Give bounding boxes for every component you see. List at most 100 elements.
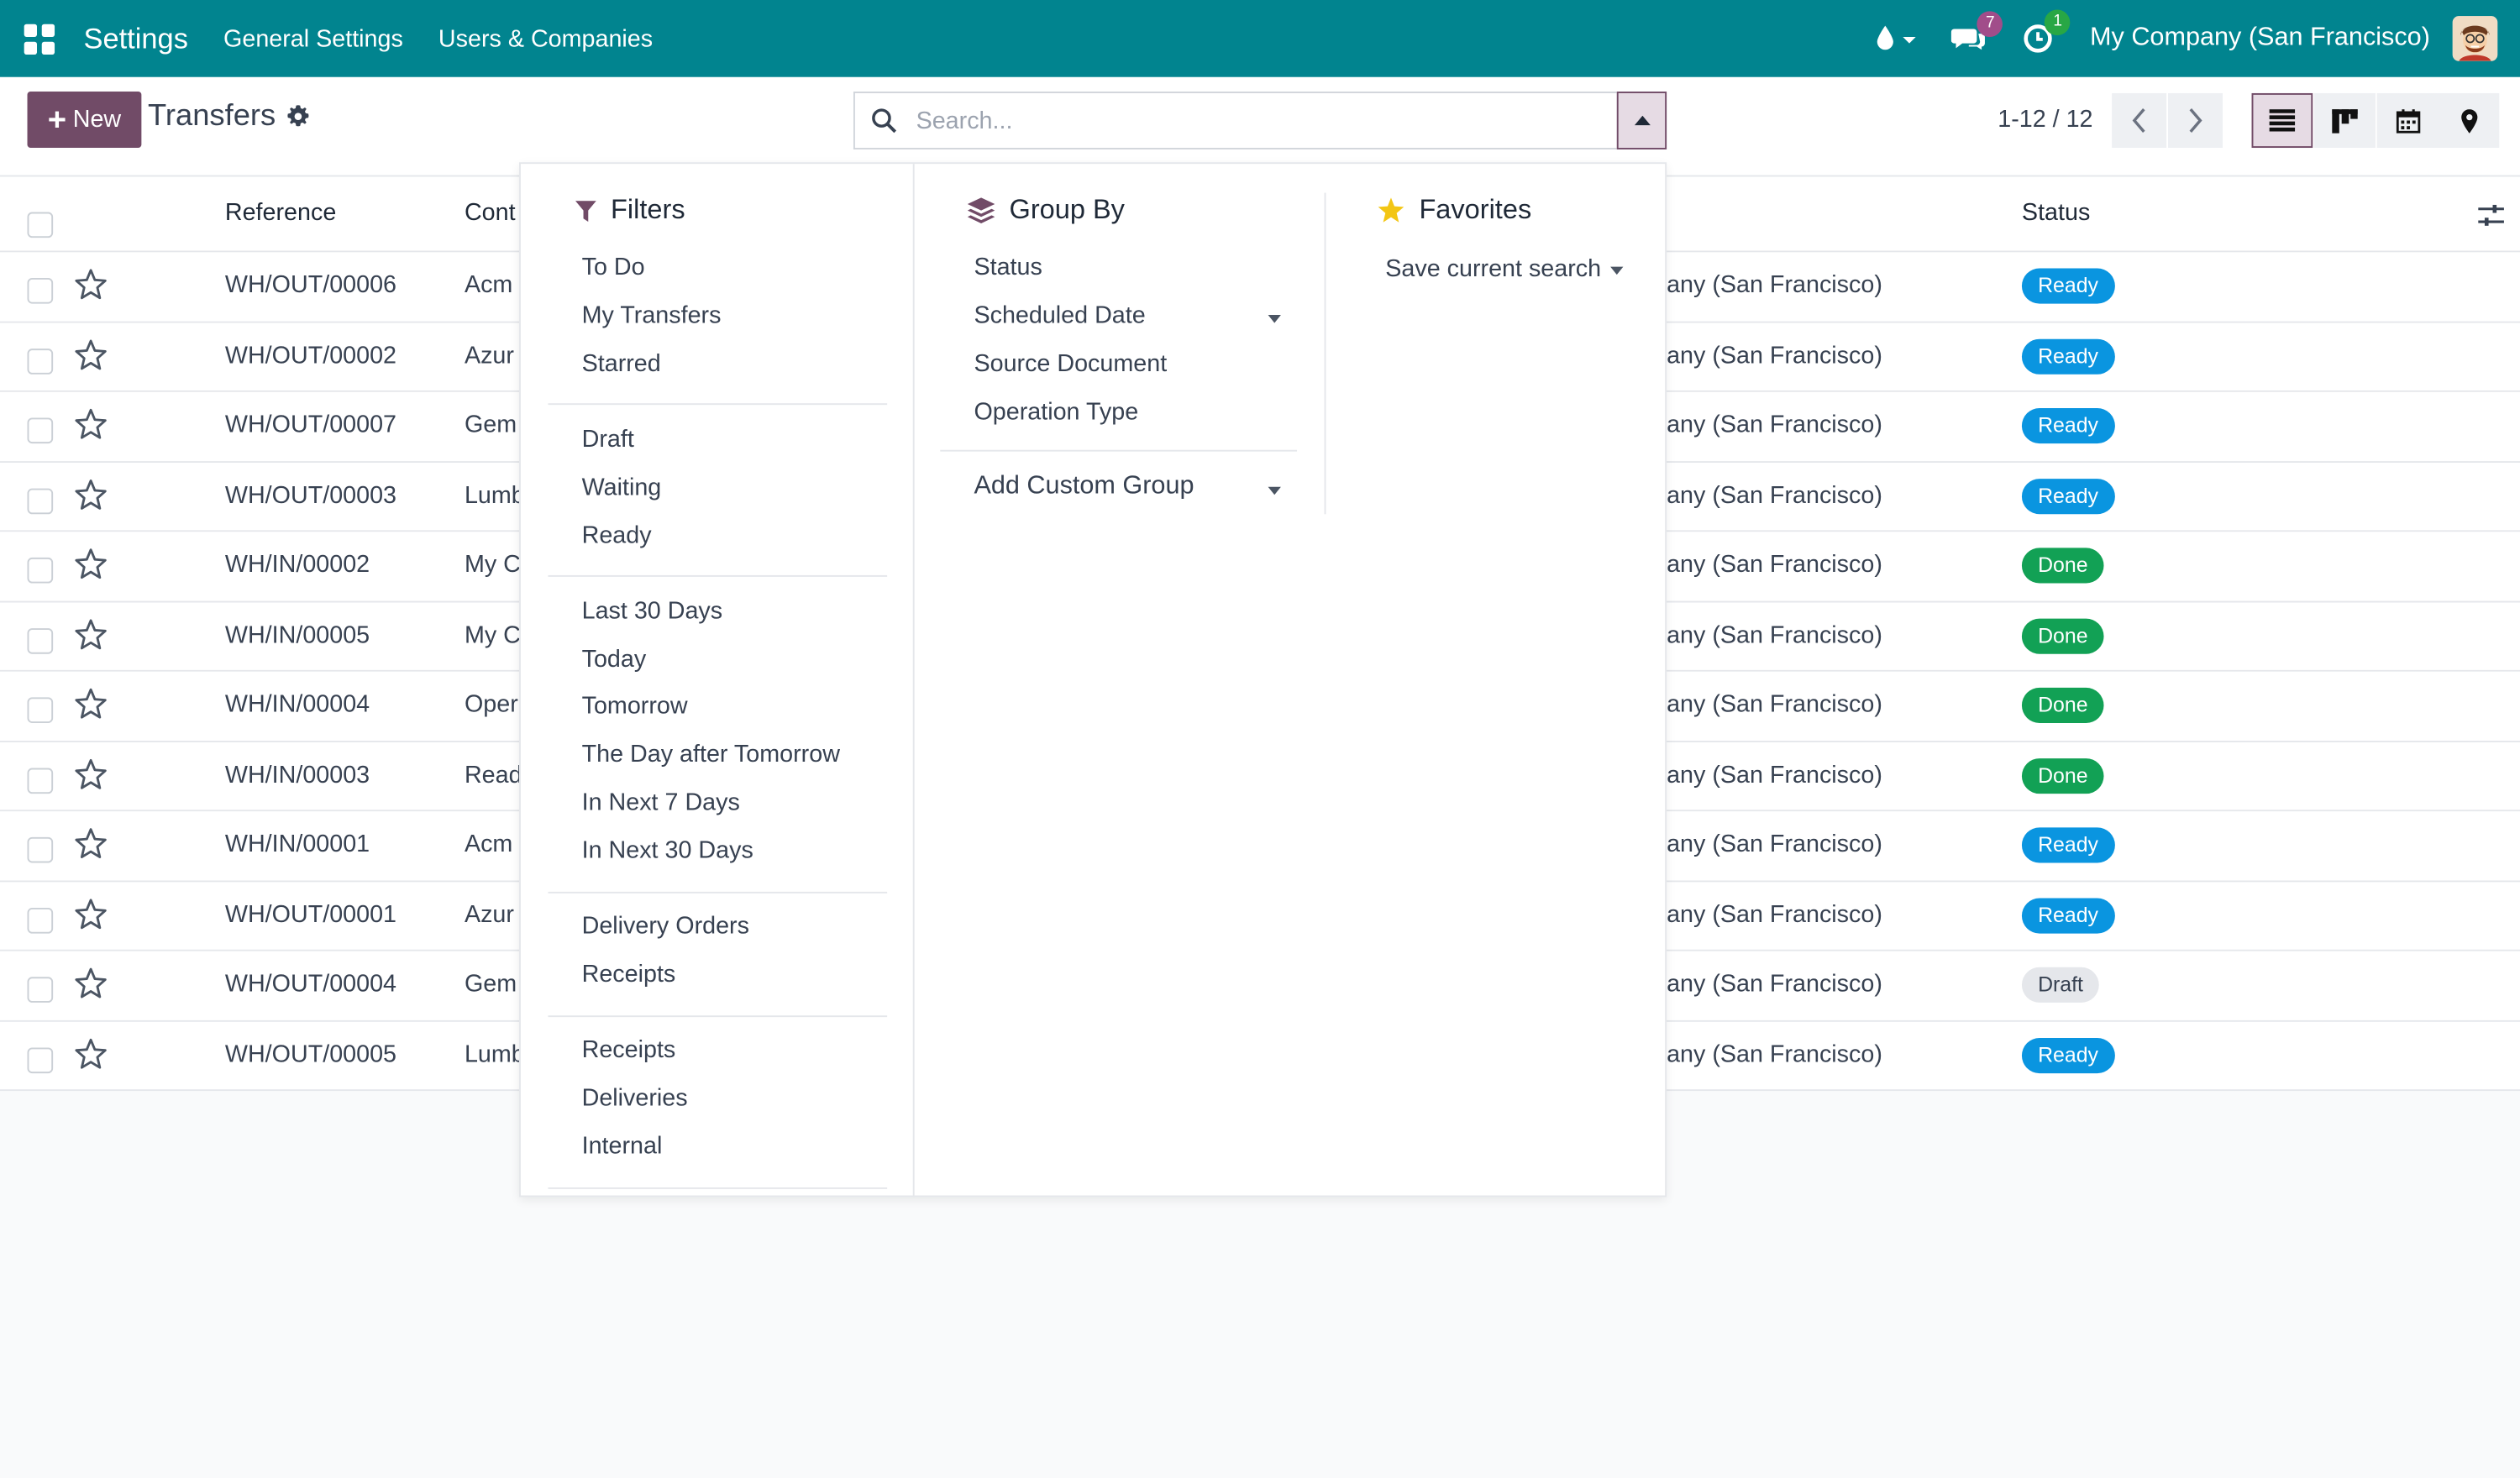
row-checkbox[interactable] bbox=[27, 557, 54, 584]
star-icon[interactable] bbox=[74, 757, 108, 796]
app-name[interactable]: Settings bbox=[83, 22, 187, 55]
column-contact[interactable]: Cont bbox=[465, 199, 516, 227]
menu-general-settings[interactable]: General Settings bbox=[223, 25, 403, 53]
list-view-icon bbox=[2269, 109, 2296, 132]
save-current-search[interactable]: Save current search bbox=[1385, 255, 1601, 283]
filter-option[interactable]: The Day after Tomorrow bbox=[582, 741, 840, 768]
star-icon[interactable] bbox=[74, 688, 108, 726]
groupby-option[interactable]: Operation Type bbox=[974, 398, 1138, 426]
cell-company: any (San Francisco) bbox=[1667, 1040, 1882, 1068]
filter-option[interactable]: Today bbox=[582, 645, 647, 673]
layers-icon bbox=[967, 197, 995, 223]
caret-down-icon[interactable] bbox=[1268, 315, 1281, 323]
filter-option[interactable]: To Do bbox=[582, 254, 645, 281]
groupby-option[interactable]: Scheduled Date bbox=[974, 302, 1145, 330]
kanban-view-button[interactable] bbox=[2314, 92, 2376, 149]
caret-down-icon[interactable] bbox=[1268, 486, 1281, 495]
row-checkbox[interactable] bbox=[27, 907, 54, 933]
star-icon[interactable] bbox=[74, 408, 108, 447]
filter-option[interactable]: Receipts bbox=[582, 961, 676, 988]
filter-option[interactable]: Tomorrow bbox=[582, 693, 688, 721]
cell-reference: WH/IN/00003 bbox=[224, 760, 370, 789]
search-input[interactable] bbox=[916, 107, 1559, 134]
search-options-dropdown: Filters To Do My Transfers Starred Draft Wai… bbox=[518, 162, 1667, 1198]
row-checkbox[interactable] bbox=[27, 627, 54, 653]
filter-option[interactable]: My Transfers bbox=[582, 301, 722, 329]
calendar-view-button[interactable] bbox=[2376, 92, 2439, 149]
row-checkbox[interactable] bbox=[27, 977, 54, 1003]
optional-columns-icon[interactable] bbox=[2476, 202, 2505, 234]
menu-users-companies[interactable]: Users & Companies bbox=[438, 25, 653, 53]
filter-funnel-icon bbox=[575, 200, 596, 222]
filter-option[interactable]: Last 30 Days bbox=[582, 597, 723, 625]
caret-down-icon bbox=[1610, 266, 1624, 275]
favorites-title: Favorites bbox=[1419, 194, 1532, 225]
cell-reference: WH/IN/00005 bbox=[224, 621, 370, 649]
row-checkbox[interactable] bbox=[27, 348, 54, 374]
kanban-view-icon bbox=[2332, 108, 2358, 133]
activities-clock-icon[interactable]: 1 bbox=[2023, 9, 2071, 55]
row-checkbox[interactable] bbox=[27, 417, 54, 444]
star-icon[interactable] bbox=[74, 338, 108, 377]
messages-icon[interactable]: 7 bbox=[1951, 11, 2003, 53]
star-icon[interactable] bbox=[74, 548, 108, 586]
filter-option[interactable]: Internal bbox=[582, 1132, 663, 1160]
star-icon[interactable] bbox=[74, 827, 108, 866]
star-icon[interactable] bbox=[74, 898, 108, 936]
star-icon[interactable] bbox=[74, 269, 108, 307]
map-view-button[interactable] bbox=[2438, 92, 2500, 149]
filter-option[interactable]: Starred bbox=[582, 349, 661, 377]
cell-company: any (San Francisco) bbox=[1667, 690, 1882, 719]
star-icon[interactable] bbox=[74, 618, 108, 657]
column-reference[interactable]: Reference bbox=[225, 199, 336, 227]
debug-drop-icon[interactable] bbox=[1875, 24, 1917, 53]
status-badge: Done bbox=[2021, 687, 2104, 723]
cell-contact: Azur bbox=[464, 900, 514, 928]
calendar-icon bbox=[2395, 108, 2420, 133]
row-checkbox[interactable] bbox=[27, 278, 54, 304]
status-badge: Done bbox=[2021, 548, 2104, 584]
filter-option[interactable]: Deliveries bbox=[582, 1084, 688, 1112]
row-checkbox[interactable] bbox=[27, 487, 54, 514]
filter-option[interactable]: Ready bbox=[582, 521, 652, 549]
filter-option[interactable]: In Next 7 Days bbox=[582, 789, 740, 816]
cell-reference: WH/IN/00004 bbox=[224, 690, 370, 719]
status-badge: Ready bbox=[2021, 268, 2115, 304]
column-status[interactable]: Status bbox=[2022, 199, 2090, 227]
cell-reference: WH/OUT/00005 bbox=[224, 1040, 397, 1068]
cell-reference: WH/OUT/00002 bbox=[224, 341, 397, 370]
add-custom-group-select[interactable]: Add Custom Group bbox=[974, 473, 1194, 501]
star-icon[interactable] bbox=[74, 1037, 108, 1076]
list-view-button[interactable] bbox=[2251, 92, 2313, 149]
pager-next-button[interactable] bbox=[2168, 92, 2223, 149]
star-icon[interactable] bbox=[74, 478, 108, 516]
cell-company: any (San Francisco) bbox=[1667, 760, 1882, 789]
company-switcher[interactable]: My Company (San Francisco) bbox=[2090, 24, 2430, 53]
filter-option[interactable]: Waiting bbox=[582, 474, 662, 501]
groupby-option[interactable]: Status bbox=[974, 254, 1042, 281]
filter-option[interactable]: Delivery Orders bbox=[582, 913, 749, 941]
row-checkbox[interactable] bbox=[27, 1046, 54, 1073]
select-all-checkbox[interactable] bbox=[27, 212, 54, 238]
app-menu-icon[interactable] bbox=[0, 0, 77, 77]
filter-option[interactable]: Receipts bbox=[582, 1036, 676, 1064]
plus-icon: + bbox=[47, 102, 67, 138]
search-icon bbox=[871, 107, 897, 134]
groupby-option[interactable]: Source Document bbox=[974, 350, 1167, 378]
search-options-toggle[interactable] bbox=[1616, 92, 1667, 149]
pager-previous-button[interactable] bbox=[2112, 92, 2167, 149]
filter-option[interactable]: Draft bbox=[582, 426, 634, 453]
star-icon[interactable] bbox=[74, 967, 108, 1006]
row-checkbox[interactable] bbox=[27, 836, 54, 863]
pager-value[interactable]: 1-12 / 12 bbox=[1998, 106, 2092, 134]
user-avatar[interactable] bbox=[2452, 16, 2498, 61]
row-checkbox[interactable] bbox=[27, 697, 54, 723]
filter-option[interactable]: In Next 30 Days bbox=[582, 836, 753, 864]
filters-heading: Filters bbox=[575, 195, 685, 227]
row-checkbox[interactable] bbox=[27, 767, 54, 794]
groupby-column: Group By Status Scheduled Date Source Docu… bbox=[912, 164, 1328, 1198]
new-button[interactable]: + New bbox=[27, 92, 142, 149]
cell-reference: WH/OUT/00006 bbox=[224, 271, 397, 299]
gear-icon[interactable] bbox=[286, 104, 311, 136]
cell-contact: Azur bbox=[464, 341, 514, 370]
